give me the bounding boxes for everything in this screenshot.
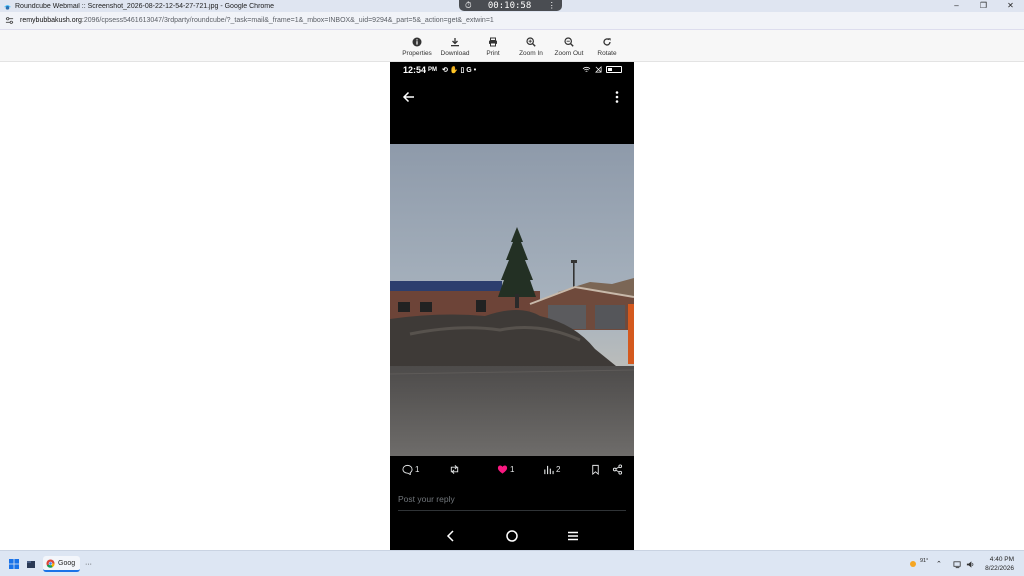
reply-count: 1 bbox=[415, 464, 420, 474]
phone-screenshot: 12:54 PM ⟲ ✋ ▯ G • 1 1 2 Post your reply bbox=[390, 62, 634, 550]
url-path: :2096/cpsess5461613047/3rdparty/roundcub… bbox=[81, 17, 494, 24]
rotate-button[interactable]: Rotate bbox=[590, 30, 624, 61]
heart-icon bbox=[497, 465, 508, 474]
nav-home-icon[interactable] bbox=[505, 529, 519, 543]
chrome-task-label: Goog bbox=[58, 559, 76, 567]
properties-button[interactable]: Properties bbox=[400, 30, 434, 61]
recording-timer[interactable]: ⏱ 00:10:58 ⋮ bbox=[459, 0, 562, 11]
address-bar[interactable]: remybubbakush.org:2096/cpsess5461613047/… bbox=[0, 12, 1024, 30]
timer-value: 00:10:58 bbox=[487, 0, 532, 11]
reply-input[interactable]: Post your reply bbox=[398, 494, 626, 511]
windows-taskbar: Goog ··· 91° ⌃ 4:40 PM 8/22/2026 bbox=[0, 550, 1024, 576]
wifi-icon bbox=[582, 66, 591, 72]
chevron-up-icon: ⌃ bbox=[936, 561, 942, 568]
print-icon bbox=[489, 37, 497, 46]
battery-icon bbox=[606, 66, 622, 73]
clock-date: 8/22/2026 bbox=[985, 565, 1014, 572]
zoom-out-button[interactable]: Zoom Out bbox=[552, 30, 586, 61]
system-tray[interactable] bbox=[953, 556, 975, 572]
android-nav-bar bbox=[390, 522, 634, 550]
views-count: 2 bbox=[556, 464, 561, 474]
more-options-icon[interactable] bbox=[614, 90, 620, 104]
zoom-in-icon bbox=[526, 36, 536, 47]
overflow-dots: ··· bbox=[85, 560, 92, 568]
zoom-out-icon bbox=[564, 36, 574, 47]
info-icon bbox=[412, 37, 422, 46]
zoom-in-button[interactable]: Zoom In bbox=[514, 30, 548, 61]
no-signal-icon bbox=[595, 66, 602, 73]
site-settings-icon[interactable] bbox=[5, 16, 15, 25]
phone-status-bar: 12:54 PM ⟲ ✋ ▯ G • bbox=[390, 62, 634, 78]
nav-back-icon[interactable] bbox=[444, 529, 458, 543]
share-icon bbox=[612, 463, 623, 475]
network-icon bbox=[953, 560, 961, 568]
print-button[interactable]: Print bbox=[476, 30, 510, 61]
taskbar-overflow-button[interactable]: ··· bbox=[85, 556, 92, 572]
rotate-icon bbox=[603, 37, 611, 46]
like-action[interactable]: 1 bbox=[497, 460, 514, 478]
post-action-bar: 1 1 2 bbox=[390, 460, 634, 478]
status-ampm: PM bbox=[428, 67, 438, 73]
properties-label: Properties bbox=[402, 49, 432, 57]
volume-icon bbox=[966, 560, 974, 568]
chrome-icon bbox=[46, 558, 55, 568]
like-count: 1 bbox=[510, 464, 515, 474]
close-button[interactable]: ✕ bbox=[997, 0, 1024, 12]
post-photo[interactable] bbox=[390, 144, 634, 456]
image-stage: 12:54 PM ⟲ ✋ ▯ G • 1 1 2 Post your reply bbox=[0, 62, 1024, 550]
stopwatch-icon: ⏱ bbox=[465, 0, 472, 10]
taskbar-clock[interactable]: 4:40 PM 8/22/2026 bbox=[985, 555, 1014, 573]
repost-icon bbox=[450, 464, 459, 474]
zoom-out-label: Zoom Out bbox=[554, 49, 584, 57]
clock-time: 4:40 PM bbox=[989, 556, 1014, 563]
weather-sun-icon bbox=[910, 561, 916, 567]
file-explorer-icon bbox=[27, 561, 35, 568]
views-action[interactable]: 2 bbox=[543, 460, 560, 478]
status-notification-icons: ⟲ ✋ ▯ G • bbox=[442, 67, 477, 74]
bookmark-icon bbox=[592, 464, 599, 475]
zoom-in-label: Zoom In bbox=[519, 49, 543, 57]
print-label: Print bbox=[486, 49, 500, 57]
timer-menu-icon[interactable]: ⋮ bbox=[548, 0, 557, 11]
repost-action[interactable] bbox=[449, 460, 460, 478]
reply-action[interactable]: 1 bbox=[402, 460, 419, 478]
taskbar-chrome-app[interactable]: Goog bbox=[43, 556, 80, 572]
file-explorer-button[interactable] bbox=[26, 556, 36, 572]
download-icon bbox=[451, 37, 459, 46]
weather-widget[interactable]: 91° bbox=[908, 556, 928, 572]
back-arrow-icon[interactable] bbox=[402, 90, 416, 104]
nav-recents-icon[interactable] bbox=[566, 529, 580, 543]
share-action[interactable] bbox=[612, 460, 623, 478]
status-time: 12:54 bbox=[403, 65, 427, 75]
comment-icon bbox=[402, 464, 413, 475]
analytics-icon bbox=[544, 465, 554, 474]
rotate-label: Rotate bbox=[597, 49, 617, 57]
image-viewer-toolbar: Properties Download Print Zoom In Zoom O… bbox=[0, 30, 1024, 62]
download-label: Download bbox=[440, 49, 470, 57]
show-hidden-icons-button[interactable]: ⌃ bbox=[936, 556, 942, 572]
windows-logo-icon bbox=[9, 559, 19, 569]
start-button[interactable] bbox=[9, 556, 19, 572]
minimize-button[interactable]: – bbox=[943, 0, 970, 12]
download-button[interactable]: Download bbox=[438, 30, 472, 61]
bookmark-action[interactable] bbox=[590, 460, 601, 478]
restore-button[interactable]: ❐ bbox=[970, 0, 997, 12]
url-host: remybubbakush.org bbox=[20, 17, 82, 24]
roundcube-logo-icon bbox=[3, 2, 12, 11]
weather-temp: 91° bbox=[920, 558, 929, 564]
